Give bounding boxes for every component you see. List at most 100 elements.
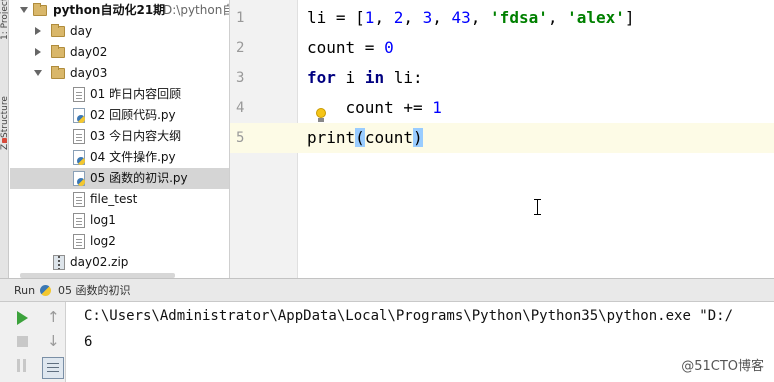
code-token: ,: [403, 8, 423, 27]
code-string: 'fdsa': [490, 8, 548, 27]
code-token: ]: [624, 8, 635, 27]
tree-item-project-root[interactable]: python自动化21期 D:\python自: [10, 0, 229, 21]
run-panel-header: Run 05 函数的初识: [0, 278, 774, 302]
code-token: ,: [432, 8, 452, 27]
lightbulb-icon[interactable]: [315, 108, 327, 124]
folder-icon: [51, 24, 65, 37]
folder-icon: [51, 66, 65, 79]
code-keyword: in: [364, 68, 385, 87]
line-number: 5: [236, 130, 245, 146]
tree-item-file[interactable]: log1: [10, 210, 229, 231]
code-number: 1: [432, 98, 442, 117]
python-run-icon: [40, 285, 52, 297]
tree-item-file-selected[interactable]: 05 函数的初识.py: [10, 168, 229, 189]
code-token: ,: [547, 8, 568, 27]
code-line-4[interactable]: count += 1: [307, 93, 442, 123]
code-number: 43: [451, 8, 471, 27]
text-file-icon: [73, 192, 85, 207]
code-token: count =: [307, 38, 385, 57]
tree-item-label: log2: [90, 234, 116, 248]
tree-item-file[interactable]: 02 回顾代码.py: [10, 105, 229, 126]
tree-item-label: day: [70, 24, 93, 38]
stop-icon[interactable]: [14, 333, 32, 351]
run-panel-title: Run: [14, 284, 36, 297]
soft-wrap-icon[interactable]: [42, 357, 64, 379]
run-toolbar: [0, 302, 66, 382]
code-token: count: [364, 128, 413, 147]
code-token: i: [335, 68, 365, 87]
run-console[interactable]: C:\Users\Administrator\AppData\Local\Pro…: [67, 302, 774, 382]
line-number: 1: [236, 10, 245, 26]
console-command-line: C:\Users\Administrator\AppData\Local\Pro…: [84, 308, 734, 324]
text-file-icon: [73, 129, 85, 144]
structure-tool-tab[interactable]: Z: Structure: [0, 60, 8, 150]
line-number: 2: [236, 40, 245, 56]
line-number: 3: [236, 70, 245, 86]
chevron-down-icon[interactable]: [34, 70, 42, 76]
code-token: ,: [470, 8, 491, 27]
code-string: 'alex': [567, 8, 625, 27]
tree-item-day03[interactable]: day03: [10, 63, 229, 84]
code-keyword: for: [307, 68, 336, 87]
project-tool-tab[interactable]: 1: Project: [0, 0, 8, 40]
run-config-tab[interactable]: 05 函数的初识: [58, 279, 131, 303]
code-token: ,: [374, 8, 394, 27]
scroll-down-icon[interactable]: [44, 332, 62, 351]
tree-item-label: 03 今日内容大纲: [90, 129, 182, 143]
tree-item-label: day02.zip: [70, 255, 129, 269]
chevron-down-icon[interactable]: [20, 7, 28, 13]
tree-item-day02[interactable]: day02: [10, 42, 229, 63]
tree-item-file[interactable]: 03 今日内容大纲: [10, 126, 229, 147]
code-line-5[interactable]: print(count): [307, 123, 423, 153]
tree-item-label: day02: [70, 45, 108, 59]
chevron-right-icon[interactable]: [35, 27, 41, 35]
python-file-icon: [73, 108, 85, 123]
rerun-play-icon[interactable]: [14, 309, 32, 327]
text-file-icon: [73, 213, 85, 228]
line-number: 4: [236, 100, 245, 116]
folder-icon: [33, 3, 47, 16]
code-line-3[interactable]: for i in li:: [307, 63, 423, 93]
code-token: li = [: [307, 8, 365, 27]
chevron-right-icon[interactable]: [35, 48, 41, 56]
tree-item-label: 01 昨日内容回顾: [90, 87, 182, 101]
code-number: 0: [384, 38, 394, 57]
matched-bracket: (: [355, 128, 365, 147]
tree-item-day[interactable]: day: [10, 21, 229, 42]
code-line-2[interactable]: count = 0: [307, 33, 394, 63]
tree-item-label: python自动化21期: [53, 3, 166, 17]
python-file-icon: [73, 150, 85, 165]
console-output-line: 6: [84, 334, 93, 350]
tree-item-label: 04 文件操作.py: [90, 150, 176, 164]
tree-item-file[interactable]: file_test: [10, 189, 229, 210]
matched-bracket: ): [412, 128, 423, 147]
structure-marker-icon: [2, 138, 7, 143]
folder-icon: [51, 45, 65, 58]
tool-window-strip: 1: Project Z: Structure: [0, 0, 9, 278]
tree-item-label: day03: [70, 66, 108, 80]
python-file-icon: [73, 171, 85, 186]
code-number: 2: [393, 8, 404, 27]
tree-item-file[interactable]: 01 昨日内容回顾: [10, 84, 229, 105]
code-line-1[interactable]: li = [1, 2, 3, 43, 'fdsa', 'alex']: [307, 3, 635, 33]
tree-item-file[interactable]: log2: [10, 231, 229, 252]
tree-item-file[interactable]: 04 文件操作.py: [10, 147, 229, 168]
code-number: 3: [422, 8, 433, 27]
tree-item-label: 05 函数的初识.py: [90, 171, 188, 185]
code-token: print: [307, 128, 356, 147]
text-cursor-icon: [533, 199, 542, 215]
tree-item-label: log1: [90, 213, 116, 227]
code-token: li:: [384, 68, 423, 87]
zip-file-icon: [53, 255, 65, 270]
project-tree: python自动化21期 D:\python自 day day02 day03 …: [10, 0, 229, 278]
project-path-hint: D:\python自: [163, 3, 229, 17]
scroll-up-icon[interactable]: [44, 308, 62, 327]
tree-item-label: file_test: [90, 192, 138, 206]
tree-item-label: 02 回顾代码.py: [90, 108, 176, 122]
watermark: @51CTO博客: [681, 359, 764, 374]
text-file-icon: [73, 87, 85, 102]
code-number: 1: [364, 8, 375, 27]
tree-item-zip[interactable]: day02.zip: [10, 252, 229, 273]
pause-icon[interactable]: [14, 357, 32, 375]
text-file-icon: [73, 234, 85, 249]
